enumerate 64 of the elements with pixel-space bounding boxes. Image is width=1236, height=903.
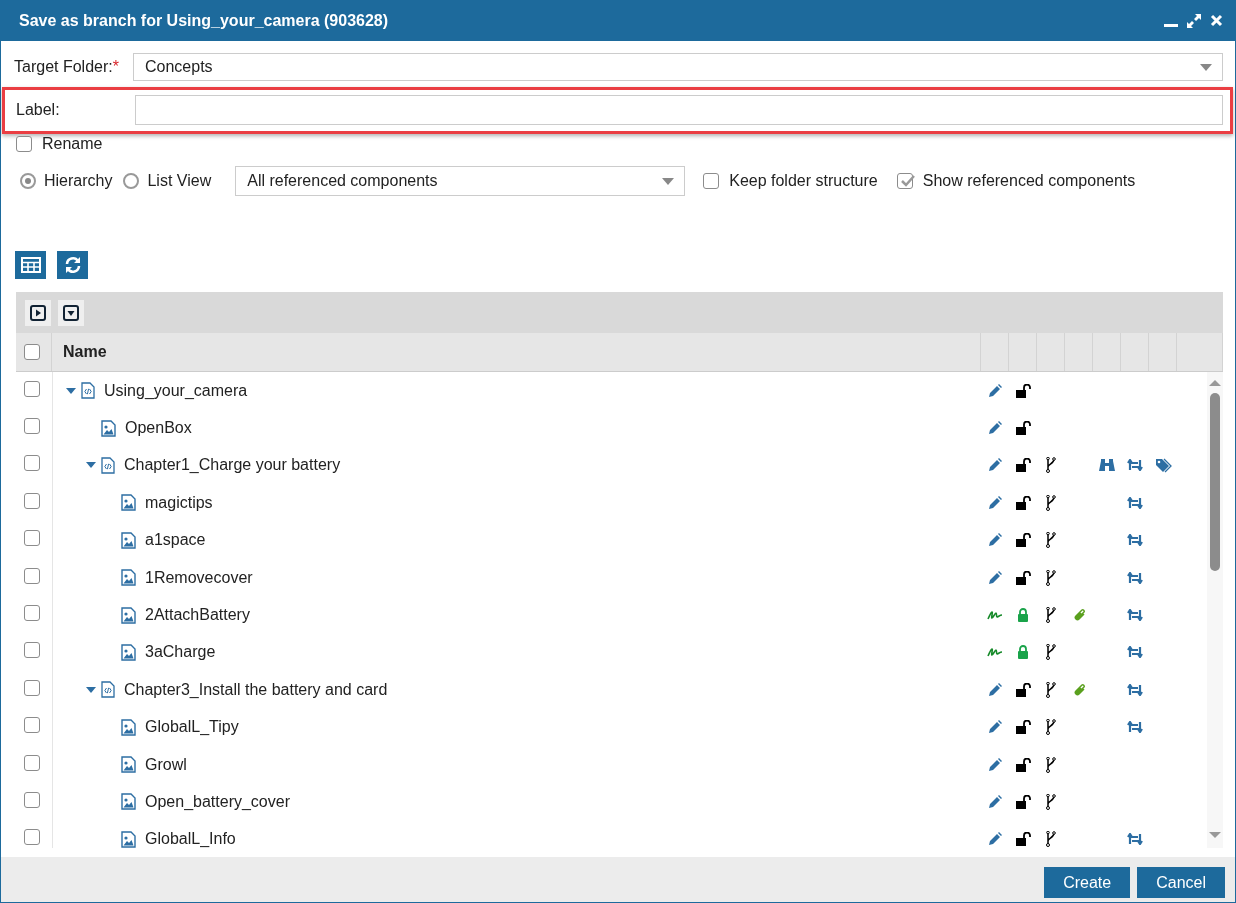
checkbox[interactable] — [24, 829, 40, 846]
checkbox[interactable] — [24, 679, 40, 696]
close-icon[interactable] — [1210, 14, 1223, 27]
item-name[interactable]: Open_battery_cover — [145, 793, 290, 811]
radio-button[interactable] — [123, 173, 140, 189]
checkbox[interactable] — [703, 173, 720, 189]
option-label: Show referenced components — [922, 172, 1136, 190]
caret-square-icon — [63, 304, 79, 321]
table-icon — [20, 257, 41, 273]
checkbox[interactable] — [24, 344, 40, 360]
checkbox[interactable] — [24, 380, 40, 397]
label-field-label: Label: — [16, 101, 61, 119]
scrollbar[interactable] — [1207, 372, 1223, 848]
checkbox[interactable] — [24, 642, 40, 659]
item-name[interactable]: Chapter3_Install the battery and card — [124, 680, 388, 699]
checkbox[interactable] — [24, 455, 40, 472]
scroll-up-icon[interactable] — [1208, 379, 1222, 387]
rename-label: Rename — [42, 135, 103, 153]
caret-icon — [662, 177, 675, 185]
scrollbar-thumb[interactable] — [1210, 393, 1220, 571]
dialog-button[interactable]: Create — [1044, 867, 1131, 898]
table-view-button[interactable] — [15, 251, 46, 279]
item-name[interactable]: OpenBox — [125, 419, 192, 438]
target-folder-label: Target Folder:* — [14, 58, 120, 76]
scroll-down-icon[interactable] — [1208, 831, 1222, 839]
dialog-button[interactable]: Cancel — [1137, 867, 1225, 898]
item-name[interactable]: Chapter1_Charge your battery — [124, 456, 341, 475]
filter-dropdown[interactable]: All referenced components — [235, 166, 686, 196]
option-label: Keep folder structure — [729, 172, 878, 190]
target-folder-dropdown[interactable]: Concepts — [133, 53, 1223, 81]
checkbox[interactable] — [24, 754, 40, 771]
checkbox[interactable] — [16, 136, 32, 152]
checkbox[interactable] — [24, 792, 40, 808]
play-square-icon — [30, 304, 46, 321]
radio-label: Hierarchy — [44, 172, 113, 190]
checkbox[interactable] — [896, 173, 913, 189]
item-name[interactable]: a1space — [145, 531, 206, 550]
radio-label: List View — [147, 172, 212, 190]
checkbox[interactable] — [24, 717, 40, 734]
refresh-button[interactable] — [57, 251, 88, 279]
window-title: Save as branch for Using_your_camera (903628) — [19, 11, 390, 30]
caret-icon — [1200, 63, 1212, 71]
collapse-arrow-icon[interactable] — [86, 462, 96, 469]
maximize-icon[interactable] — [1186, 12, 1202, 29]
item-name[interactable]: GlobalL_Tipy — [145, 718, 239, 737]
checkbox[interactable] — [24, 605, 40, 622]
collapse-arrow-icon[interactable] — [86, 686, 96, 693]
item-name[interactable]: 2AttachBattery — [145, 606, 250, 625]
checkbox[interactable] — [24, 530, 40, 547]
collapse-all-button[interactable] — [58, 299, 84, 326]
item-name[interactable]: magictips — [145, 493, 213, 512]
collapse-arrow-icon[interactable] — [66, 387, 76, 394]
checkbox[interactable] — [24, 567, 40, 584]
checkbox[interactable] — [24, 418, 40, 435]
label-input-field[interactable] — [135, 95, 1223, 125]
item-name[interactable]: GlobalL_Info — [145, 830, 236, 848]
item-name[interactable]: Using_your_camera — [104, 381, 248, 400]
checkbox[interactable] — [24, 492, 40, 509]
item-name[interactable]: 3aCharge — [145, 643, 216, 662]
refresh-icon — [63, 256, 82, 274]
radio-button[interactable] — [20, 173, 36, 189]
item-name[interactable]: Growl — [145, 755, 187, 774]
item-name[interactable]: 1Removecover — [145, 568, 253, 587]
expand-all-button[interactable] — [25, 299, 51, 326]
